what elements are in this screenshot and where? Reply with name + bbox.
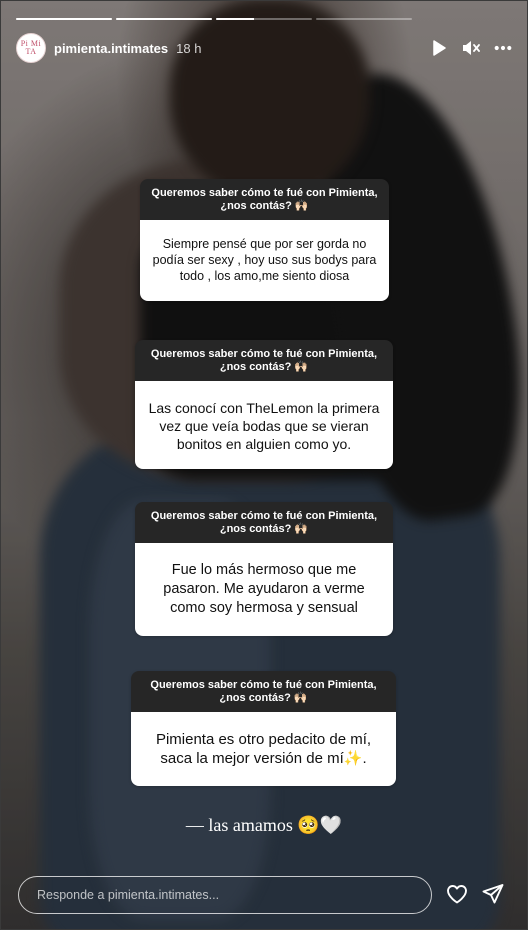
question-prompt: Queremos saber cómo te fué con Pimienta,… [140,179,389,220]
closing-caption: — las amamos 🥺🤍 [185,815,343,835]
play-icon[interactable] [430,39,448,57]
question-prompt: Queremos saber cómo te fué con Pimienta,… [131,671,396,712]
avatar[interactable]: Pi Mi TA [16,33,46,63]
reply-input[interactable] [37,888,431,902]
progress-segment [116,18,212,20]
question-card: Queremos saber cómo te fué con Pimienta,… [135,502,393,636]
progress-segment [16,18,112,20]
send-icon[interactable] [481,882,505,906]
question-prompt: Queremos saber cómo te fué con Pimienta,… [135,340,393,381]
heart-icon[interactable] [445,882,469,906]
mute-icon[interactable] [462,39,480,57]
question-answer: Las conocí con TheLemon la primera vez q… [135,381,393,469]
question-answer: Siempre pensé que por ser gorda no podía… [140,220,389,301]
avatar-logo: Pi Mi TA [20,39,42,56]
question-card: Queremos saber cómo te fué con Pimienta,… [140,179,389,301]
timestamp: 18 h [176,40,202,56]
story-progress [16,18,412,20]
question-prompt: Queremos saber cómo te fué con Pimienta,… [135,502,393,543]
question-card: Queremos saber cómo te fué con Pimienta,… [135,340,393,469]
question-card: Queremos saber cómo te fué con Pimienta,… [131,671,396,786]
story-header: Pi Mi TA pimienta.intimates 18 h [16,32,512,64]
question-answer: Pimienta es otro pedacito de mí, saca la… [131,712,396,786]
more-icon[interactable] [494,39,512,57]
progress-segment [316,18,412,20]
reply-box[interactable] [18,876,432,914]
header-actions [430,39,512,57]
username[interactable]: pimienta.intimates [54,41,168,56]
question-answer: Fue lo más hermoso que me pasaron. Me ay… [135,543,393,636]
progress-segment [216,18,312,20]
